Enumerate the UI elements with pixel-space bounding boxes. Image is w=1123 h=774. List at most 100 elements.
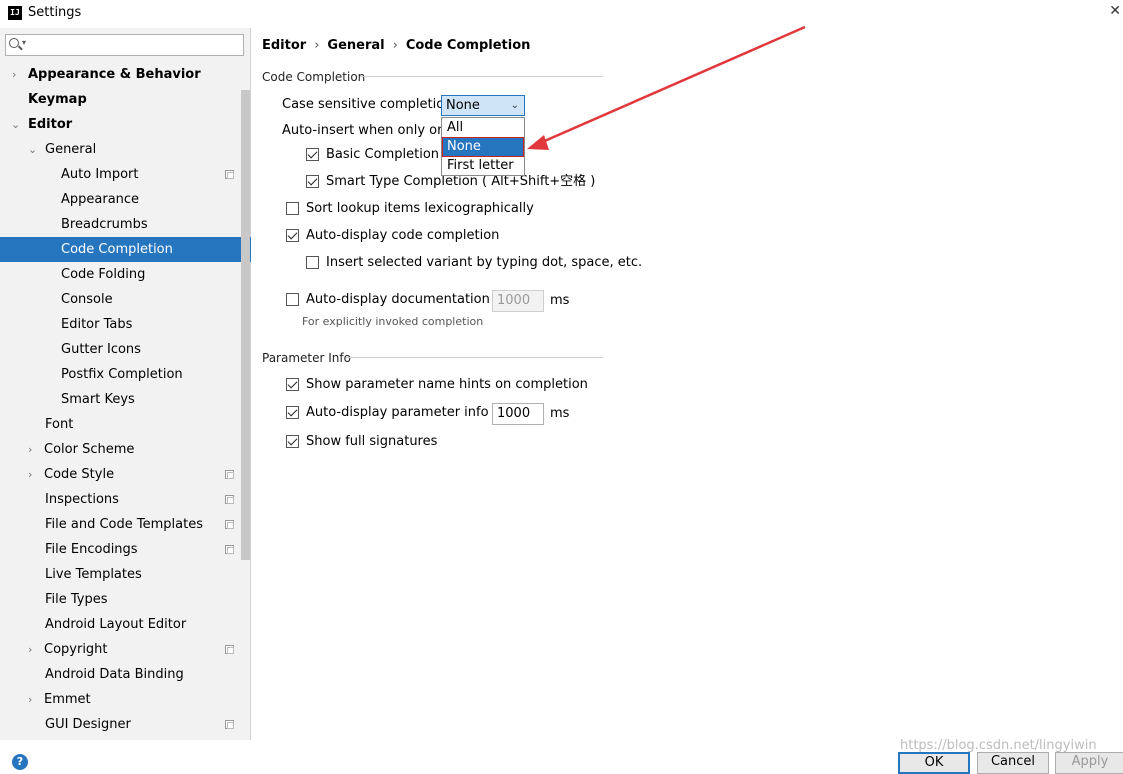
param-delay-input[interactable]: 1000 bbox=[492, 403, 544, 425]
show-hints-checkbox[interactable] bbox=[286, 378, 299, 391]
chevron-down-icon: ⌄ bbox=[11, 118, 21, 131]
settings-sidebar: ▾ › Appearance & Behavior Keymap ⌄ Edito… bbox=[0, 28, 251, 740]
sidebar-item-code-completion[interactable]: Code Completion bbox=[0, 237, 251, 262]
sidebar-item-copyright[interactable]: › Copyright bbox=[0, 637, 251, 662]
breadcrumb: Editor › General › Code Completion bbox=[262, 38, 530, 53]
auto-insert-label: Auto-insert when only one c bbox=[282, 123, 465, 138]
cancel-button[interactable]: Cancel bbox=[977, 752, 1049, 774]
help-icon[interactable]: ? bbox=[12, 754, 28, 770]
sidebar-item-label: Copyright bbox=[44, 642, 108, 657]
section-divider bbox=[346, 357, 603, 358]
sidebar-item-label: Appearance bbox=[61, 192, 140, 207]
sidebar-item-editor-tabs[interactable]: Editor Tabs bbox=[0, 312, 251, 337]
sidebar-scrollbar[interactable] bbox=[241, 90, 250, 560]
sidebar-item-label: File Encodings bbox=[45, 542, 138, 557]
sidebar-item-editor[interactable]: ⌄ Editor bbox=[0, 112, 251, 137]
sidebar-item-label: Android Layout Editor bbox=[45, 617, 187, 632]
sidebar-item-label: Editor bbox=[28, 117, 73, 132]
sidebar-item-label: Code Style bbox=[44, 467, 115, 482]
sidebar-item-postfix-completion[interactable]: Postfix Completion bbox=[0, 362, 251, 387]
sidebar-item-label: Appearance & Behavior bbox=[28, 67, 201, 82]
sidebar-item-live-templates[interactable]: Live Templates bbox=[0, 562, 251, 587]
sidebar-item-code-folding[interactable]: Code Folding bbox=[0, 262, 251, 287]
annotation-arrowhead bbox=[527, 135, 549, 150]
param-auto-display-checkbox[interactable] bbox=[286, 406, 299, 419]
chevron-right-icon: › bbox=[28, 643, 33, 656]
breadcrumb-item[interactable]: General bbox=[327, 38, 384, 53]
watermark-text: https://blog.csdn.net/lingyiwin bbox=[900, 738, 1097, 753]
auto-display-label: Auto-display code completion bbox=[306, 228, 500, 243]
sidebar-item-keymap[interactable]: Keymap bbox=[0, 87, 251, 112]
window-title: Settings bbox=[28, 5, 82, 20]
sidebar-item-label: Code Completion bbox=[61, 242, 173, 257]
chevron-right-icon: › bbox=[28, 468, 33, 481]
param-auto-display-label: Auto-display parameter info in bbox=[306, 405, 505, 420]
sidebar-item-label: General bbox=[45, 142, 97, 157]
chevron-right-icon: › bbox=[28, 693, 33, 706]
sidebar-item-android-data-binding[interactable]: Android Data Binding bbox=[0, 662, 251, 687]
intellij-app-icon: IJ bbox=[8, 6, 22, 20]
sidebar-item-smart-keys[interactable]: Smart Keys bbox=[0, 387, 251, 412]
project-scope-icon bbox=[225, 470, 234, 479]
sidebar-item-label: Postfix Completion bbox=[61, 367, 183, 382]
sidebar-item-appearance[interactable]: Appearance bbox=[0, 187, 251, 212]
chevron-right-icon: › bbox=[12, 68, 17, 81]
sidebar-item-label: Android Data Binding bbox=[45, 667, 184, 682]
project-scope-icon bbox=[225, 645, 234, 654]
breadcrumb-item[interactable]: Editor bbox=[262, 38, 306, 53]
sidebar-item-label: Live Templates bbox=[45, 567, 142, 582]
auto-display-checkbox[interactable] bbox=[286, 229, 299, 242]
sidebar-item-label: Breadcrumbs bbox=[61, 217, 148, 232]
sort-lookup-checkbox[interactable] bbox=[286, 202, 299, 215]
sidebar-item-label: File and Code Templates bbox=[45, 517, 203, 532]
option-none[interactable]: None bbox=[442, 137, 524, 157]
case-sensitive-value: None bbox=[446, 98, 480, 113]
auto-doc-hint: For explicitly invoked completion bbox=[302, 315, 484, 328]
chevron-down-icon: ⌄ bbox=[28, 143, 38, 156]
sidebar-item-emmet[interactable]: › Emmet bbox=[0, 687, 251, 712]
title-bar: IJ Settings ✕ bbox=[0, 0, 1123, 28]
case-sensitive-select[interactable]: None ⌄ bbox=[441, 95, 525, 116]
sidebar-item-appearance-behavior[interactable]: › Appearance & Behavior bbox=[0, 62, 251, 87]
sidebar-item-general[interactable]: ⌄ General bbox=[0, 137, 251, 162]
param-delay-unit-label: ms bbox=[550, 406, 570, 421]
section-title-parameter-info: Parameter Info bbox=[262, 351, 351, 365]
sidebar-item-auto-import[interactable]: Auto Import bbox=[0, 162, 251, 187]
sidebar-item-file-types[interactable]: File Types bbox=[0, 587, 251, 612]
insert-selected-checkbox[interactable] bbox=[306, 256, 319, 269]
search-input[interactable]: ▾ bbox=[5, 34, 244, 56]
sidebar-item-label: Gutter Icons bbox=[61, 342, 141, 357]
sidebar-item-gui-designer[interactable]: GUI Designer bbox=[0, 712, 251, 737]
sidebar-item-label: Auto Import bbox=[61, 167, 139, 182]
sidebar-item-breadcrumbs[interactable]: Breadcrumbs bbox=[0, 212, 251, 237]
option-first-letter[interactable]: First letter bbox=[443, 157, 523, 175]
sidebar-item-android-layout-editor[interactable]: Android Layout Editor bbox=[0, 612, 251, 637]
breadcrumb-separator-icon: › bbox=[392, 38, 398, 53]
auto-doc-delay-input[interactable]: 1000 bbox=[492, 290, 544, 312]
project-scope-icon bbox=[225, 495, 234, 504]
option-all[interactable]: All bbox=[443, 119, 523, 137]
sidebar-item-label: Inspections bbox=[45, 492, 119, 507]
auto-doc-checkbox[interactable] bbox=[286, 293, 299, 306]
sidebar-item-font[interactable]: Font bbox=[0, 412, 251, 437]
auto-doc-unit-label: ms bbox=[550, 293, 570, 308]
insert-selected-label: Insert selected variant by typing dot, s… bbox=[326, 255, 643, 270]
sidebar-item-file-encodings[interactable]: File Encodings bbox=[0, 537, 251, 562]
sidebar-item-file-code-templates[interactable]: File and Code Templates bbox=[0, 512, 251, 537]
sidebar-item-label: File Types bbox=[45, 592, 108, 607]
sidebar-item-inspections[interactable]: Inspections bbox=[0, 487, 251, 512]
smart-type-checkbox[interactable] bbox=[306, 175, 319, 188]
sidebar-item-gutter-icons[interactable]: Gutter Icons bbox=[0, 337, 251, 362]
close-icon[interactable]: ✕ bbox=[1109, 3, 1121, 19]
sidebar-item-label: GUI Designer bbox=[45, 717, 131, 732]
sidebar-item-color-scheme[interactable]: › Color Scheme bbox=[0, 437, 251, 462]
full-signatures-checkbox[interactable] bbox=[286, 435, 299, 448]
sidebar-item-console[interactable]: Console bbox=[0, 287, 251, 312]
section-divider bbox=[360, 76, 603, 77]
basic-completion-checkbox[interactable] bbox=[306, 148, 319, 161]
sidebar-item-label: Editor Tabs bbox=[61, 317, 133, 332]
apply-button[interactable]: Apply bbox=[1055, 752, 1123, 774]
ok-button[interactable]: OK bbox=[898, 752, 970, 774]
sidebar-item-label: Font bbox=[45, 417, 74, 432]
sidebar-item-code-style[interactable]: › Code Style bbox=[0, 462, 251, 487]
